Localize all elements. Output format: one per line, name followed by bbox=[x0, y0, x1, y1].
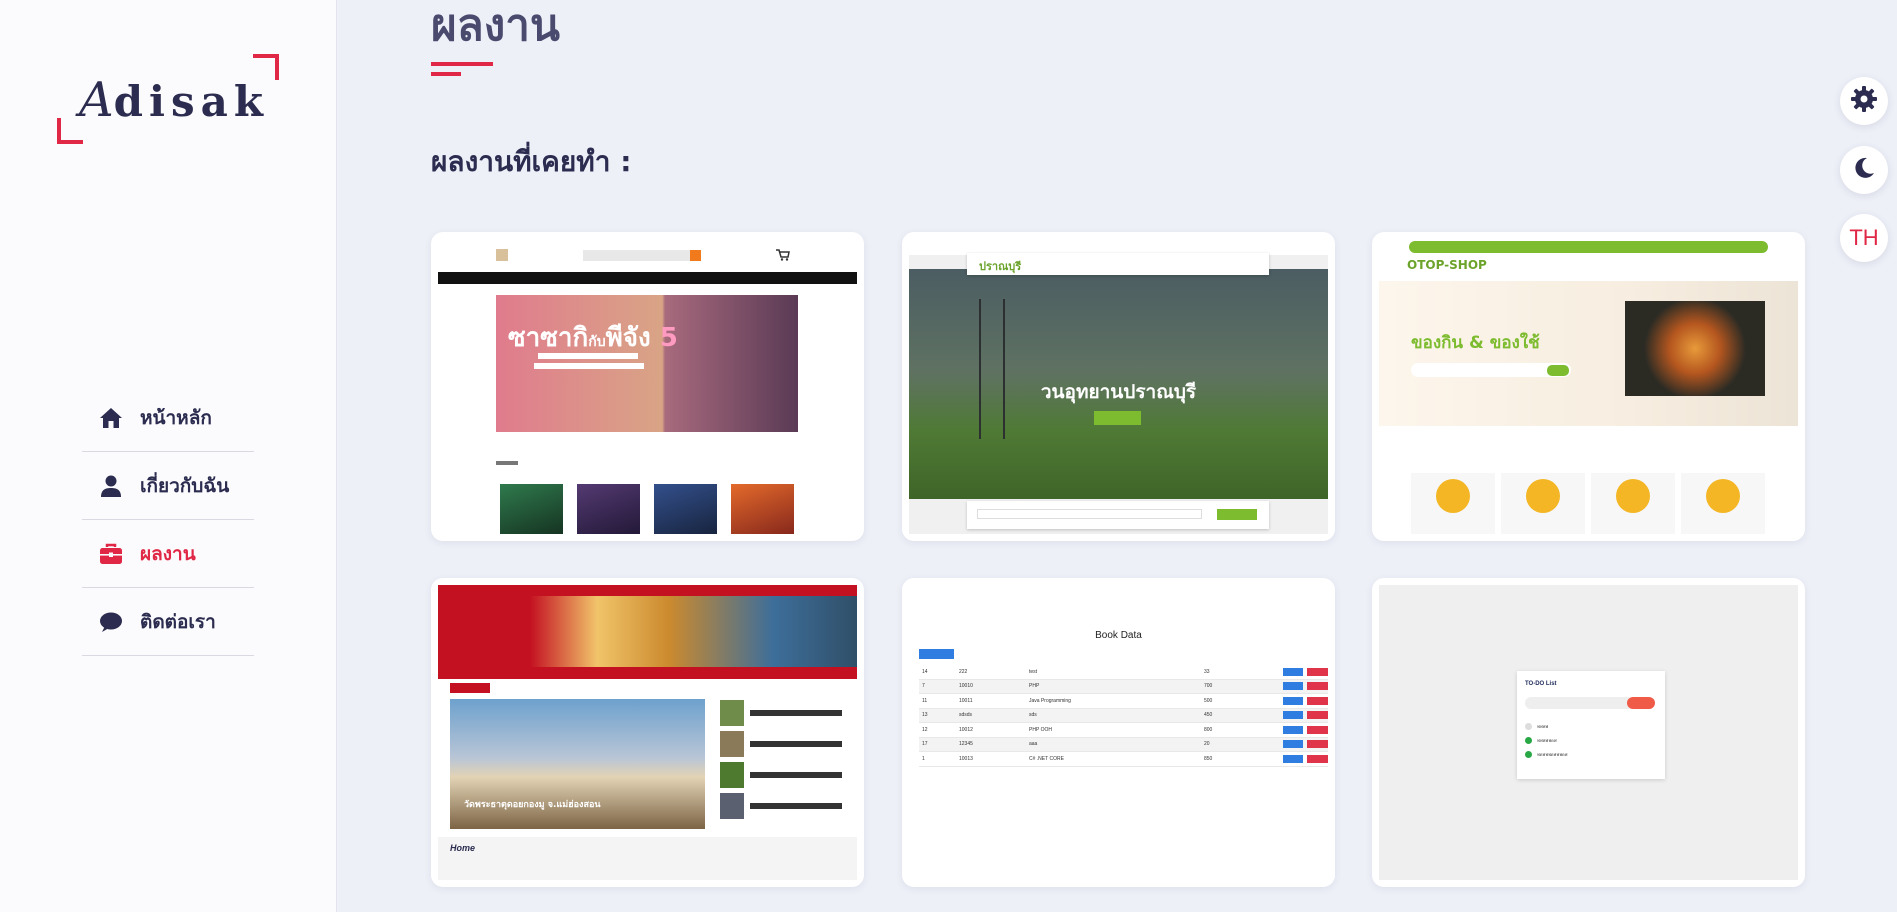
settings-button[interactable] bbox=[1840, 77, 1888, 125]
nav-label-about: เกี่ยวกับฉัน bbox=[140, 474, 230, 497]
list-item: ฟฟฟฟ bbox=[1525, 721, 1653, 731]
table-row: 11 10011 Java Programming 500 bbox=[919, 694, 1328, 709]
nav-item-home[interactable]: หน้าหลัก bbox=[82, 384, 254, 452]
featured-image: วัดพระธาตุดอยกองมู จ.แม่ฮ่องสอน bbox=[450, 699, 705, 829]
table-title: Book Data bbox=[1095, 630, 1142, 641]
project-thumbnail: วนอุทยานปราณบุรี ปราณบุรี bbox=[909, 239, 1328, 534]
banner-preview: ซาซากิกับพีจัง 5 bbox=[496, 295, 798, 432]
hero-preview: วนอุทยานปราณบุรี bbox=[909, 269, 1328, 499]
project-card-manga-shop[interactable]: ซาซากิกับพีจัง 5 bbox=[431, 232, 864, 541]
search-bar-preview bbox=[583, 249, 701, 261]
moon-icon bbox=[1852, 156, 1876, 184]
cart-icon bbox=[776, 249, 790, 261]
project-card-otop-shop[interactable]: OTOP-SHOP ของกิน & ของใช้ bbox=[1372, 232, 1805, 541]
table-row: 12 10012 PHP OOH 800 bbox=[919, 723, 1328, 738]
site-logo[interactable]: Adisak bbox=[57, 54, 279, 144]
logo-text: Adisak bbox=[79, 72, 269, 128]
main-content: ผลงาน ผลงานที่เคยทำ : ซาซากิกับพีจัง 5 ว… bbox=[338, 0, 1838, 912]
nav-label-contact: ติดต่อเรา bbox=[140, 610, 216, 633]
site-logo-text: ปราณบุรี bbox=[979, 261, 1022, 273]
project-card-book-data[interactable]: Book Data 14 222 test 33 7 10010 PHP 700 11 100… bbox=[902, 578, 1335, 887]
announcement-bar-preview bbox=[1409, 241, 1768, 253]
theme-toggle-button[interactable] bbox=[1840, 146, 1888, 194]
project-thumbnail: TO-DO List ฟฟฟฟ ฟฟฟฟฟดฟ ฟดฟฟฟดฟฟฟดฟ bbox=[1379, 585, 1798, 880]
sidebar-posts-preview bbox=[720, 699, 842, 829]
home-icon bbox=[98, 405, 124, 431]
banner-title: ซาซากิกับพีจัง 5 bbox=[508, 323, 678, 353]
todo-card-preview: TO-DO List ฟฟฟฟ ฟฟฟฟฟดฟ ฟดฟฟฟดฟฟฟดฟ bbox=[1517, 671, 1665, 779]
project-card-pranburi[interactable]: วนอุทยานปราณบุรี ปราณบุรี bbox=[902, 232, 1335, 541]
table-row: 13 sdsds sds 450 bbox=[919, 708, 1328, 723]
project-card-todo-list[interactable]: TO-DO List ฟฟฟฟ ฟฟฟฟฟดฟ ฟดฟฟฟดฟฟฟดฟ bbox=[1372, 578, 1805, 887]
project-card-travel-news[interactable]: วัดพระธาตุดอยกองมู จ.แม่ฮ่องสอน Home bbox=[431, 578, 864, 887]
user-icon bbox=[98, 473, 124, 499]
book-list-preview bbox=[500, 484, 794, 534]
footer-preview: Home bbox=[438, 837, 857, 880]
hero-preview: ของกิน & ของใช้ bbox=[1379, 281, 1798, 426]
nav-preview: ปราณบุรี bbox=[967, 253, 1269, 275]
menu-bar-preview bbox=[438, 667, 857, 679]
chat-icon bbox=[98, 609, 124, 635]
section-heading: ผลงานที่เคยทำ : bbox=[431, 145, 632, 178]
nav-item-portfolio[interactable]: ผลงาน bbox=[82, 520, 254, 588]
header-preview bbox=[438, 585, 857, 667]
food-image bbox=[1625, 301, 1765, 396]
table-row: 7 10010 PHP 700 bbox=[919, 679, 1328, 694]
title-underline-short bbox=[431, 72, 461, 76]
nav-item-contact[interactable]: ติดต่อเรา bbox=[82, 588, 254, 656]
gear-icon bbox=[1851, 86, 1877, 116]
todo-title: TO-DO List bbox=[1525, 681, 1557, 687]
nav-label-home: หน้าหลัก bbox=[140, 406, 212, 429]
project-thumbnail: Book Data 14 222 test 33 7 10010 PHP 700 11 100… bbox=[909, 585, 1328, 880]
hero-title: ของกิน & ของใช้ bbox=[1411, 333, 1540, 353]
project-thumbnail: OTOP-SHOP ของกิน & ของใช้ bbox=[1379, 239, 1798, 534]
language-toggle-button[interactable]: TH bbox=[1840, 214, 1888, 262]
sidebar: Adisak หน้าหลัก เกี่ยวกับฉัน ผลงาน ติดต่… bbox=[0, 0, 337, 912]
project-thumbnail: วัดพระธาตุดอยกองมู จ.แม่ฮ่องสอน Home bbox=[438, 585, 857, 880]
briefcase-icon bbox=[98, 541, 124, 567]
table-row: 14 222 test 33 bbox=[919, 665, 1328, 680]
nav-label-portfolio: ผลงาน bbox=[140, 542, 196, 565]
language-label: TH bbox=[1849, 225, 1879, 250]
new-record-button-preview bbox=[919, 649, 954, 659]
list-item: ฟฟฟฟฟดฟ bbox=[1525, 735, 1653, 745]
data-table-preview: 14 222 test 33 7 10010 PHP 700 11 10011 Java Pro… bbox=[919, 665, 1328, 767]
title-underline bbox=[431, 62, 493, 66]
project-thumbnail: ซาซากิกับพีจัง 5 bbox=[438, 239, 857, 534]
menu-bar-preview bbox=[438, 272, 857, 284]
list-item: ฟดฟฟฟดฟฟฟดฟ bbox=[1525, 749, 1653, 759]
search-form-preview bbox=[967, 501, 1269, 529]
services-preview bbox=[1411, 473, 1765, 534]
nav-item-about[interactable]: เกี่ยวกับฉัน bbox=[82, 452, 254, 520]
table-row: 1 10013 C# .NET CORE 850 bbox=[919, 752, 1328, 767]
table-row: 17 12345 aaa 20 bbox=[919, 737, 1328, 752]
page-title: ผลงาน bbox=[431, 0, 561, 51]
hero-title: วนอุทยานปราณบุรี bbox=[1040, 381, 1197, 403]
shop-logo-icon bbox=[496, 249, 508, 261]
main-nav: หน้าหลัก เกี่ยวกับฉัน ผลงาน ติดต่อเรา bbox=[82, 384, 254, 656]
site-logo-text: OTOP-SHOP bbox=[1407, 258, 1487, 272]
featured-caption: วัดพระธาตุดอยกองมู จ.แม่ฮ่องสอน bbox=[464, 800, 601, 810]
footer-label: Home bbox=[450, 843, 476, 853]
